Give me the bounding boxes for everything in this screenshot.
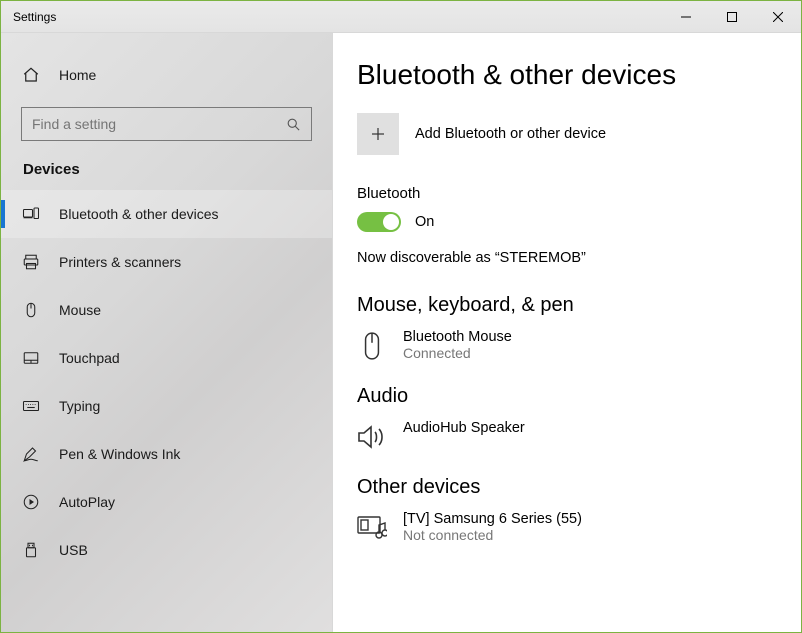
sidebar-item-label: Typing xyxy=(59,398,100,414)
window-controls xyxy=(663,1,801,33)
sidebar-item-touchpad[interactable]: Touchpad xyxy=(1,334,332,382)
bluetooth-toggle-row: On xyxy=(357,212,777,232)
usb-icon xyxy=(21,540,41,560)
sidebar-item-label: Pen & Windows Ink xyxy=(59,446,180,462)
minimize-icon xyxy=(681,12,691,22)
nav-list: Bluetooth & other devices Printers & sca… xyxy=(1,190,332,574)
bluetooth-heading: Bluetooth xyxy=(357,185,777,202)
close-icon xyxy=(773,12,783,22)
sidebar-item-printers[interactable]: Printers & scanners xyxy=(1,238,332,286)
device-text: [TV] Samsung 6 Series (55) Not connected xyxy=(403,511,582,543)
sidebar-item-bluetooth[interactable]: Bluetooth & other devices xyxy=(1,190,332,238)
device-row[interactable]: AudioHub Speaker xyxy=(357,420,777,452)
window-title: Settings xyxy=(1,10,663,24)
sidebar-section-title: Devices xyxy=(1,151,332,190)
add-device-button[interactable]: Add Bluetooth or other device xyxy=(357,113,777,155)
sidebar-item-mouse[interactable]: Mouse xyxy=(1,286,332,334)
toggle-knob xyxy=(383,214,399,230)
sidebar-item-pen[interactable]: Pen & Windows Ink xyxy=(1,430,332,478)
device-name: Bluetooth Mouse xyxy=(403,329,512,345)
sidebar-item-autoplay[interactable]: AutoPlay xyxy=(1,478,332,526)
printer-icon xyxy=(21,252,41,272)
content-area[interactable]: Bluetooth & other devices Add Bluetooth … xyxy=(333,33,801,632)
pen-icon xyxy=(21,444,41,464)
group-audio: Audio xyxy=(357,385,777,408)
discoverable-text: Now discoverable as “STEREMOB” xyxy=(357,250,777,266)
sidebar-item-label: Bluetooth & other devices xyxy=(59,206,219,222)
maximize-button[interactable] xyxy=(709,1,755,33)
plus-icon xyxy=(357,113,399,155)
mouse-device-icon xyxy=(357,331,387,361)
sidebar: Home Devices Bluetooth & other devices xyxy=(1,33,333,632)
search-icon xyxy=(286,117,301,132)
group-mouse-keyboard-pen: Mouse, keyboard, & pen xyxy=(357,294,777,317)
window-body: Home Devices Bluetooth & other devices xyxy=(1,33,801,632)
media-device-icon xyxy=(357,513,387,543)
autoplay-icon xyxy=(21,492,41,512)
sidebar-item-typing[interactable]: Typing xyxy=(1,382,332,430)
bluetooth-toggle-label: On xyxy=(415,214,434,230)
sidebar-item-label: Printers & scanners xyxy=(59,254,181,270)
settings-window: Settings Home xyxy=(0,0,802,633)
add-device-label: Add Bluetooth or other device xyxy=(415,126,606,142)
device-status: Not connected xyxy=(403,527,582,543)
touchpad-icon xyxy=(21,348,41,368)
group-other: Other devices xyxy=(357,476,777,499)
sidebar-item-label: AutoPlay xyxy=(59,494,115,510)
maximize-icon xyxy=(727,12,737,22)
device-text: Bluetooth Mouse Connected xyxy=(403,329,512,361)
sidebar-item-usb[interactable]: USB xyxy=(1,526,332,574)
sidebar-item-label: Mouse xyxy=(59,302,101,318)
sidebar-item-label: USB xyxy=(59,542,88,558)
search-box[interactable] xyxy=(21,107,312,141)
page-title: Bluetooth & other devices xyxy=(357,59,777,91)
device-name: AudioHub Speaker xyxy=(403,420,525,436)
home-icon xyxy=(21,65,41,85)
sidebar-item-label: Touchpad xyxy=(59,350,120,366)
speaker-icon xyxy=(357,422,387,452)
device-row[interactable]: Bluetooth Mouse Connected xyxy=(357,329,777,361)
search-input[interactable] xyxy=(32,116,286,132)
bluetooth-toggle[interactable] xyxy=(357,212,401,232)
titlebar[interactable]: Settings xyxy=(1,1,801,33)
devices-icon xyxy=(21,204,41,224)
home-link[interactable]: Home xyxy=(1,55,332,95)
device-row[interactable]: [TV] Samsung 6 Series (55) Not connected xyxy=(357,511,777,543)
device-text: AudioHub Speaker xyxy=(403,420,525,436)
device-name: [TV] Samsung 6 Series (55) xyxy=(403,511,582,527)
close-button[interactable] xyxy=(755,1,801,33)
home-label: Home xyxy=(59,67,96,83)
device-status: Connected xyxy=(403,345,512,361)
minimize-button[interactable] xyxy=(663,1,709,33)
search-wrap xyxy=(1,95,332,151)
keyboard-icon xyxy=(21,396,41,416)
mouse-icon xyxy=(21,300,41,320)
